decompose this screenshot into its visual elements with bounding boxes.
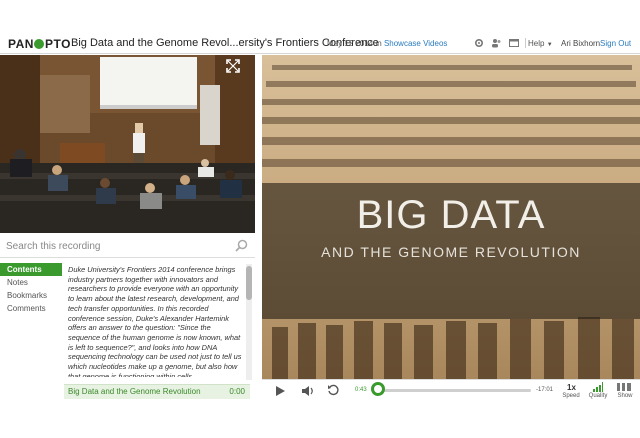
slide-subtitle: AND THE GENOME REVOLUTION	[321, 244, 581, 260]
search-box	[0, 235, 255, 258]
tab-bookmarks[interactable]: Bookmarks	[0, 289, 62, 302]
window-icon[interactable]	[509, 38, 519, 48]
logo-text-start: PAN	[8, 37, 34, 51]
volume-icon[interactable]	[301, 385, 315, 397]
logo-text-end: PTO	[44, 37, 71, 51]
recording-date: May 12 2014 in Showcase Videos	[327, 39, 447, 48]
date-text: May 12 2014 in	[327, 39, 382, 48]
show-layout-icon[interactable]	[617, 383, 631, 391]
user-name: Ari Bixhorn	[561, 39, 601, 48]
separator-icon	[525, 38, 526, 48]
expand-icon	[226, 59, 240, 73]
play-icon[interactable]	[274, 385, 286, 397]
speed-label[interactable]: Speed	[561, 393, 581, 399]
scrollbar-thumb[interactable]	[246, 266, 252, 300]
rewind-icon[interactable]	[327, 384, 340, 397]
progress-knob[interactable]	[371, 382, 385, 396]
search-icon[interactable]	[235, 239, 248, 252]
expand-video-button[interactable]	[222, 58, 244, 78]
logo-o-mark	[34, 39, 45, 49]
folder-link[interactable]: Showcase Videos	[384, 39, 447, 48]
tab-notes[interactable]: Notes	[0, 276, 62, 289]
slide-video[interactable]: BIG DATA AND THE GENOME REVOLUTION	[262, 55, 640, 379]
camera-video[interactable]	[0, 55, 255, 233]
panopto-logo[interactable]: PAN PTO	[8, 37, 71, 51]
top-bar: PAN PTO Big Data and the Genome Revol...e…	[0, 34, 640, 54]
help-menu[interactable]: Help ▼	[528, 39, 553, 48]
progress-bar[interactable]	[381, 389, 531, 392]
player-controls: 0:43 -17:01 1x Speed Quality Show	[262, 379, 640, 402]
speed-value[interactable]: 1x	[567, 383, 576, 392]
quality-bars-icon[interactable]	[593, 382, 603, 392]
tab-contents[interactable]: Contents	[0, 263, 62, 276]
chevron-down-icon: ▼	[546, 42, 553, 48]
side-tabs: Contents Notes Bookmarks Comments	[0, 263, 62, 315]
lecture-hall-image	[0, 55, 255, 233]
show-label[interactable]: Show	[614, 393, 636, 399]
contents-list-item[interactable]: Big Data and the Genome Revolution 0:00	[64, 384, 250, 399]
slide-title: BIG DATA	[356, 193, 546, 237]
sign-out-link[interactable]: Sign Out	[600, 39, 631, 48]
remaining-time: -17:01	[536, 387, 554, 393]
users-icon[interactable]	[491, 38, 502, 48]
contents-item-title: Big Data and the Genome Revolution	[68, 387, 201, 396]
elapsed-time: 0:43	[355, 387, 367, 393]
recording-description: Duke University's Frontiers 2014 confere…	[68, 265, 242, 377]
description-scrollbar[interactable]	[246, 264, 252, 380]
quality-label[interactable]: Quality	[586, 393, 610, 399]
gear-icon[interactable]	[474, 38, 484, 48]
search-input[interactable]	[6, 239, 226, 254]
tab-comments[interactable]: Comments	[0, 302, 62, 315]
contents-item-time: 0:00	[229, 387, 245, 396]
help-label: Help	[528, 39, 545, 48]
